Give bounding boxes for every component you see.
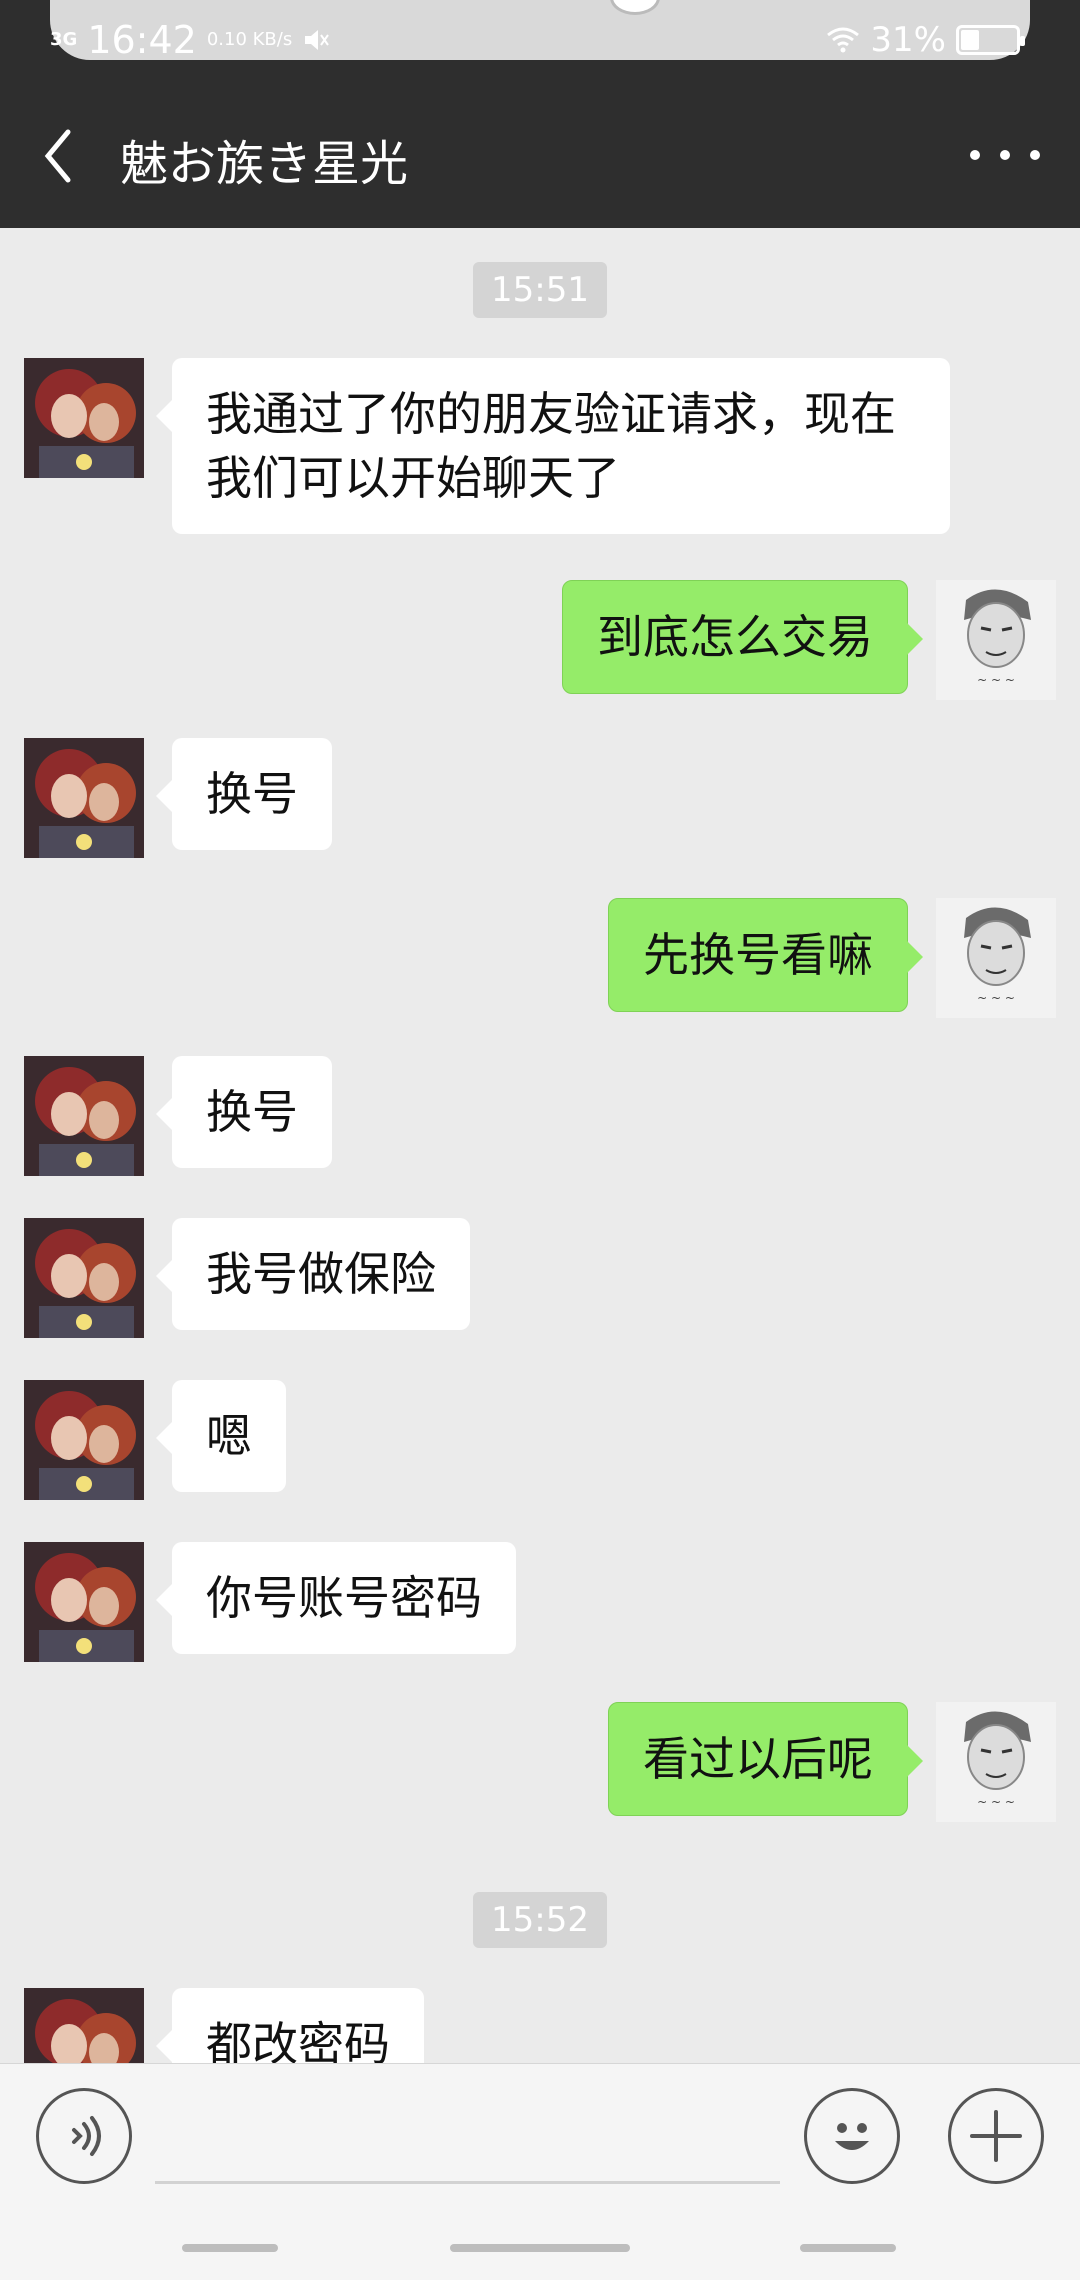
status-time: 16:42: [87, 18, 197, 62]
voice-icon: [72, 2116, 101, 2156]
my-avatar[interactable]: ~ ~ ~: [936, 580, 1056, 700]
svg-text:~ ~ ~: ~ ~ ~: [977, 991, 1015, 1005]
message-list[interactable]: 15:51 我通过了你的朋友验证请求，现在我们可以开始聊天了 ~ ~ ~ 到底怎么交易…: [0, 228, 1080, 2063]
incoming-message-bubble[interactable]: 我号做保险: [156, 1218, 470, 1330]
outgoing-message-bubble[interactable]: 到底怎么交易: [562, 580, 923, 694]
chat-title: 魅お族き星光: [120, 136, 409, 192]
contact-avatar[interactable]: [24, 358, 144, 478]
status-bar: 3G 16:42 0.10 KB/s 31%: [50, 0, 1030, 62]
incoming-message-bubble[interactable]: 换号: [156, 1056, 332, 1168]
timestamp-label: 15:51: [473, 262, 607, 318]
input-bar: [0, 2063, 1080, 2280]
nav-indicator-left: [182, 2244, 278, 2252]
incoming-message-bubble[interactable]: 我通过了你的朋友验证请求，现在我们可以开始聊天了: [156, 358, 950, 534]
wifi-icon: [827, 27, 860, 53]
incoming-message-bubble[interactable]: 都改密码: [156, 1988, 424, 2063]
svg-text:~ ~ ~: ~ ~ ~: [977, 673, 1015, 687]
my-avatar[interactable]: ~ ~ ~: [936, 1702, 1056, 1822]
contact-avatar[interactable]: [24, 1056, 144, 1176]
contact-avatar[interactable]: [24, 1988, 144, 2063]
battery-icon: [956, 25, 1025, 55]
outgoing-message-bubble[interactable]: 先换号看嘛: [608, 898, 923, 1012]
notch-indicator: [610, 0, 660, 15]
svg-text:~ ~ ~: ~ ~ ~: [977, 1795, 1015, 1809]
emoji-icon: [835, 2123, 869, 2150]
nav-indicator-center: [450, 2244, 630, 2252]
more-options-icon[interactable]: [970, 140, 1040, 170]
emoji-button[interactable]: [804, 2088, 900, 2184]
my-avatar[interactable]: ~ ~ ~: [936, 898, 1056, 1018]
incoming-message-bubble[interactable]: 换号: [156, 738, 332, 850]
incoming-message-bubble[interactable]: 你号账号密码: [156, 1542, 516, 1654]
incoming-message-bubble[interactable]: 嗯: [156, 1380, 286, 1492]
network-speed: 0.10 KB/s: [206, 28, 293, 50]
contact-avatar[interactable]: [24, 738, 144, 858]
chat-header: 3G 16:42 0.10 KB/s 31% 魅お族き星光: [0, 0, 1080, 228]
voice-button[interactable]: [36, 2088, 132, 2184]
add-button[interactable]: [948, 2088, 1044, 2184]
plus-icon: [970, 2110, 1022, 2162]
back-chevron-icon[interactable]: [38, 126, 78, 186]
contact-avatar[interactable]: [24, 1218, 144, 1338]
timestamp-label: 15:52: [473, 1892, 607, 1948]
contact-avatar[interactable]: [24, 1380, 144, 1500]
message-input[interactable]: [155, 2104, 780, 2184]
network-indicator: 3G: [50, 29, 78, 50]
outgoing-message-bubble[interactable]: 看过以后呢: [608, 1702, 923, 1816]
contact-avatar[interactable]: [24, 1542, 144, 1662]
nav-indicator-right: [800, 2244, 896, 2252]
battery-percent: 31%: [870, 20, 946, 60]
mute-icon: [305, 30, 330, 50]
